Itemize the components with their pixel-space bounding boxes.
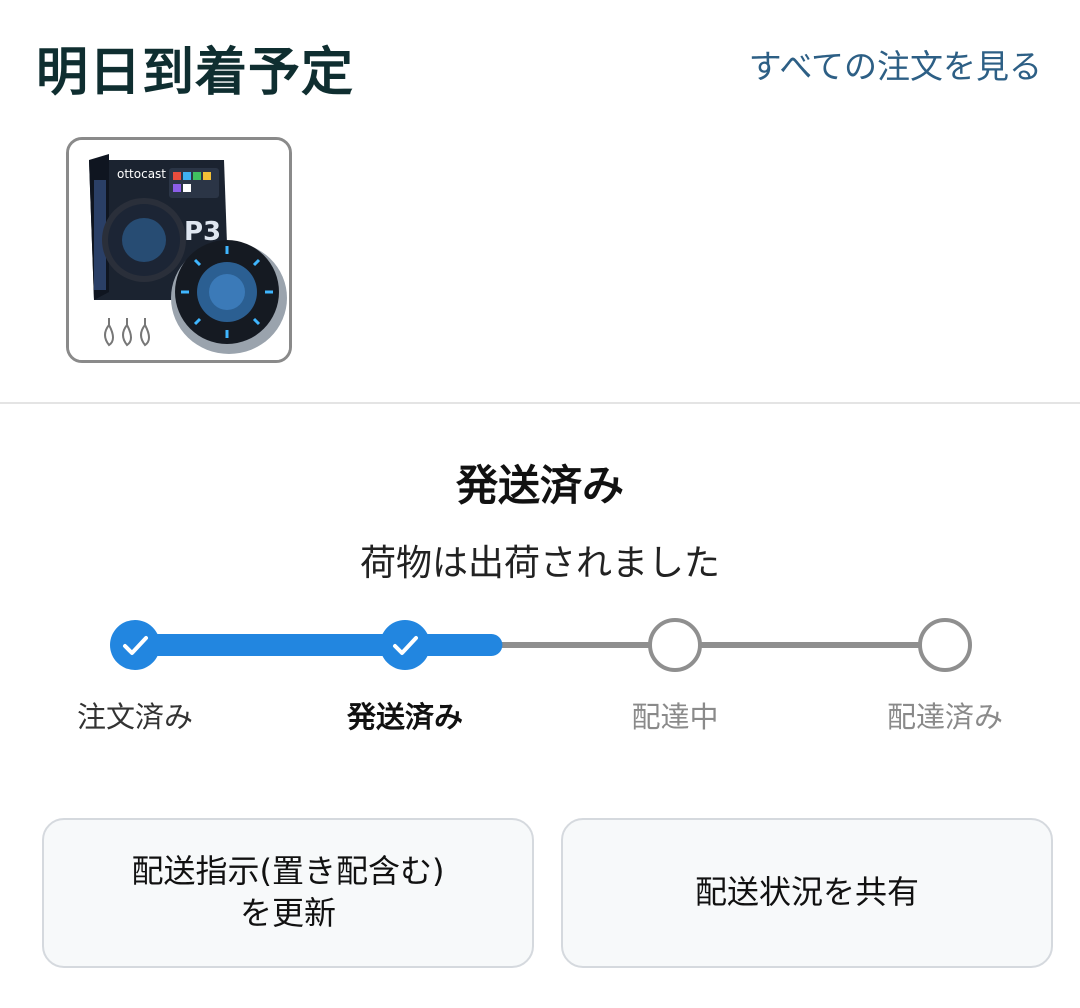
product-image: ottocast P3 (69, 140, 289, 360)
shipment-status-subtitle: 荷物は出荷されました (359, 543, 720, 584)
step-dot-0 (110, 620, 160, 670)
product-thumbnail[interactable]: ottocast P3 (66, 137, 292, 363)
share-delivery-status-button[interactable]: 配送状況を共有 (561, 818, 1053, 968)
shipment-progress-tracker: 注文済み 発送済み 配達中 配達済み (0, 610, 1080, 750)
step-label-delivered: 配達済み (886, 700, 1003, 734)
view-all-orders-link[interactable]: すべての注文を見る (749, 40, 1042, 88)
step-label-shipped: 発送済み (346, 700, 463, 734)
step-dot-1 (380, 620, 430, 670)
step-dot-3 (918, 618, 972, 672)
shipment-status-title: 発送済み (455, 461, 624, 510)
update-delivery-instructions-button[interactable]: 配送指示(置き配含む) を更新 (42, 818, 534, 968)
svg-text:ottocast: ottocast (117, 167, 166, 181)
step-label-in-transit: 配達中 (631, 700, 719, 734)
progress-bar (110, 618, 972, 672)
page-title: 明日到着予定 (36, 43, 355, 103)
step-label-ordered: 注文済み (76, 700, 193, 734)
section-divider (0, 402, 1080, 404)
step-dot-2 (648, 618, 702, 672)
